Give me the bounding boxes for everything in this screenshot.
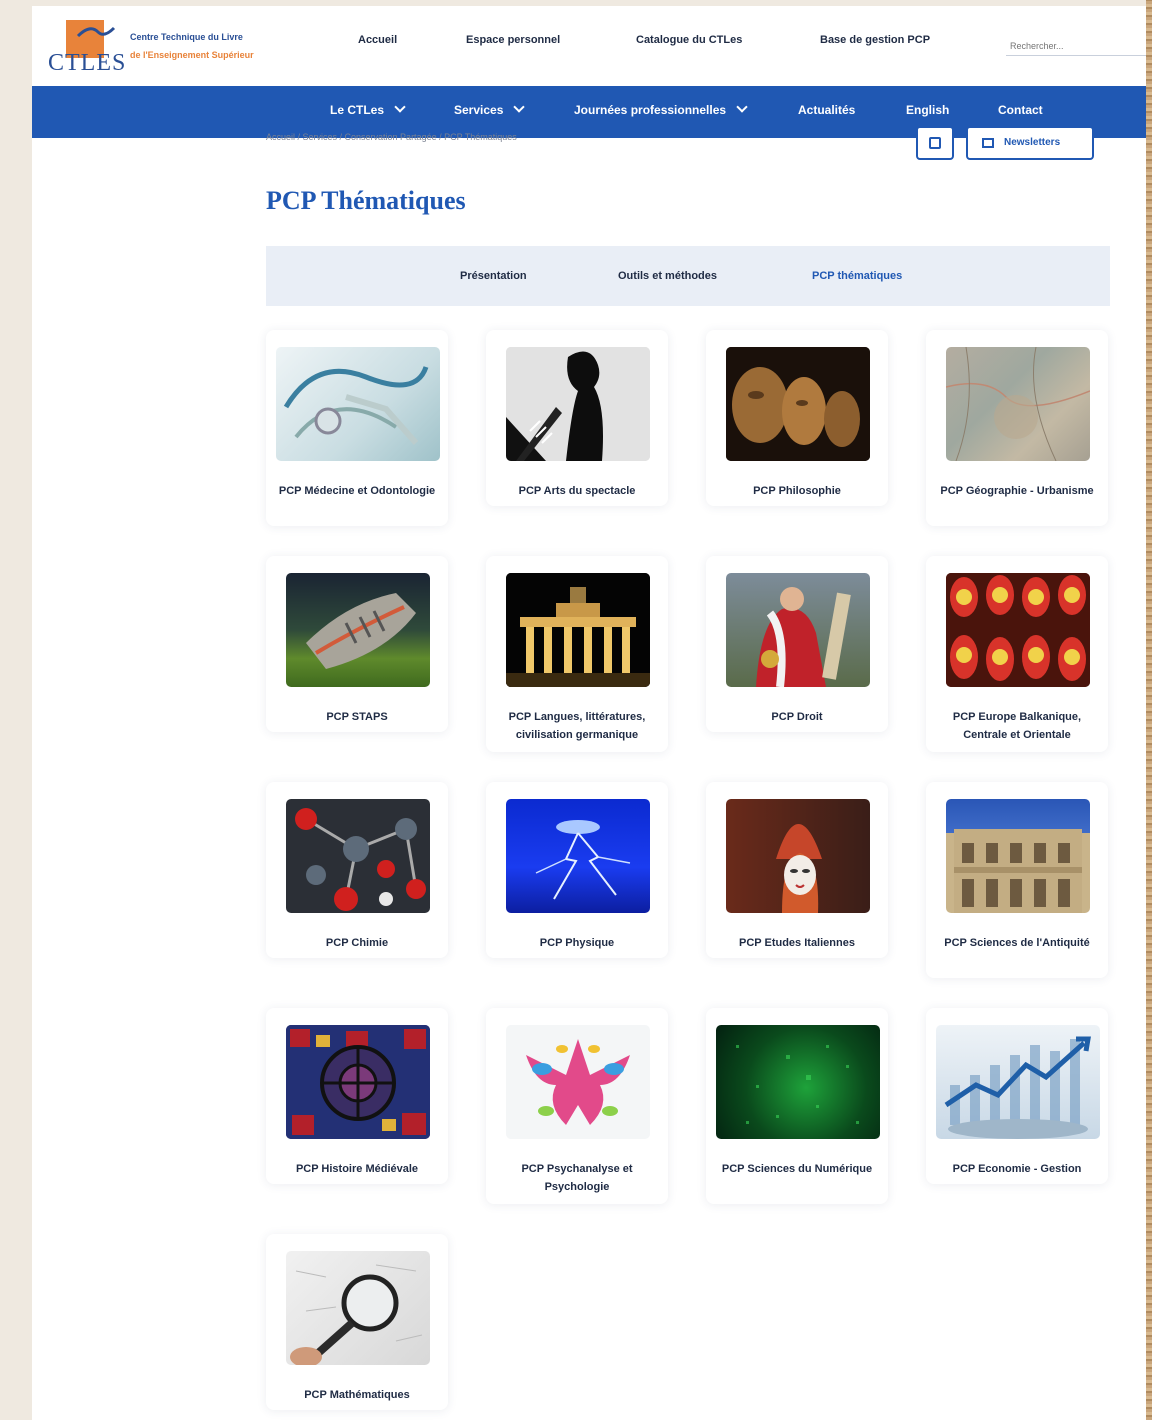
card-label: PCP Economie - Gestion xyxy=(952,1163,1082,1175)
nav-english[interactable]: English xyxy=(906,103,949,117)
chevron-down-icon xyxy=(513,101,526,113)
newsletter-label: Newsletters xyxy=(1004,137,1061,148)
card-image xyxy=(286,573,430,687)
card-label: PCP Géographie - Urbanisme xyxy=(940,485,1094,497)
card-label: PCP Droit xyxy=(771,711,823,723)
card-sciences-antiquite[interactable]: PCP Sciences de l'Antiquité xyxy=(926,782,1108,978)
card-label: PCP Sciences du Numérique xyxy=(721,1163,873,1175)
card-europe-balkanique[interactable]: PCP Europe Balkanique, Centrale et Orien… xyxy=(926,556,1108,752)
card-image xyxy=(946,573,1090,687)
nav-le-ctles-label: Le CTLes xyxy=(330,103,385,117)
card-mathematiques[interactable]: PCP Mathématiques xyxy=(266,1234,448,1410)
card-label: PCP Philosophie xyxy=(753,485,841,497)
card-philosophie[interactable]: PCP Philosophie xyxy=(706,330,888,506)
card-arts-spectacle[interactable]: PCP Arts du spectacle xyxy=(486,330,668,506)
tab-pcp-thematiques[interactable]: PCP thématiques xyxy=(812,270,902,282)
logo-tagline-2: de l'Enseignement Supérieur xyxy=(130,50,254,60)
tab-outils-methodes[interactable]: Outils et méthodes xyxy=(618,270,717,282)
nav-services[interactable]: Services xyxy=(454,101,526,117)
card-geographie-urbanisme[interactable]: PCP Géographie - Urbanisme xyxy=(926,330,1108,526)
top-nav-base-gestion-pcp[interactable]: Base de gestion PCP xyxy=(820,34,930,46)
breadcrumb[interactable]: Accueil / Services / Conservation Partag… xyxy=(266,132,517,142)
card-image xyxy=(506,347,650,461)
card-label: PCP Arts du spectacle xyxy=(518,485,636,497)
nav-actualites[interactable]: Actualités xyxy=(798,103,855,117)
section-tabs: Présentation Outils et méthodes PCP thém… xyxy=(266,246,1110,306)
card-label: PCP Europe Balkanique, Centrale et Orien… xyxy=(952,711,1082,741)
chevron-down-icon xyxy=(394,101,406,113)
page-title: PCP Thématiques xyxy=(266,186,466,215)
card-image xyxy=(946,347,1090,461)
card-label: PCP STAPS xyxy=(326,711,388,723)
tab-presentation[interactable]: Présentation xyxy=(460,270,527,282)
nav-journees-label: Journées professionnelles xyxy=(574,103,727,117)
web-page: CTLES Centre Technique du Livre de l'Ens… xyxy=(32,6,1146,1420)
card-label: PCP Médecine et Odontologie xyxy=(278,485,436,497)
card-staps[interactable]: PCP STAPS xyxy=(266,556,448,732)
card-image xyxy=(286,1251,430,1365)
site-logo[interactable]: CTLES Centre Technique du Livre de l'Ens… xyxy=(48,18,288,78)
logo-tagline-1: Centre Technique du Livre xyxy=(130,32,243,42)
card-image xyxy=(726,573,870,687)
card-physique[interactable]: PCP Physique xyxy=(486,782,668,958)
card-image xyxy=(276,347,440,461)
print-icon xyxy=(929,137,941,149)
card-label: PCP Etudes Italiennes xyxy=(739,937,855,949)
card-image xyxy=(506,1025,650,1139)
card-label: PCP Chimie xyxy=(325,937,389,949)
card-langues-germanique[interactable]: PCP Langues, littératures, civilisation … xyxy=(486,556,668,752)
card-histoire-medievale[interactable]: PCP Histoire Médiévale xyxy=(266,1008,448,1184)
card-droit[interactable]: PCP Droit xyxy=(706,556,888,732)
card-image xyxy=(286,799,430,913)
nav-services-label: Services xyxy=(454,103,504,117)
card-image xyxy=(936,1025,1100,1139)
mail-icon xyxy=(982,138,994,148)
newsletter-button[interactable]: Newsletters xyxy=(966,126,1094,160)
card-psychanalyse-psychologie[interactable]: PCP Psychanalyse et Psychologie xyxy=(486,1008,668,1204)
card-label: PCP Histoire Médiévale xyxy=(295,1163,419,1175)
logo-letters: CTLES xyxy=(48,50,127,76)
card-label: PCP Sciences de l'Antiquité xyxy=(944,937,1090,949)
card-image xyxy=(726,347,870,461)
card-image xyxy=(946,799,1090,913)
card-medecine-odontologie[interactable]: PCP Médecine et Odontologie xyxy=(266,330,448,526)
chevron-down-icon xyxy=(736,101,748,113)
top-nav-accueil[interactable]: Accueil xyxy=(358,34,397,46)
card-economie-gestion[interactable]: PCP Economie - Gestion xyxy=(926,1008,1108,1184)
search-input[interactable] xyxy=(1006,36,1146,56)
page-background-edge xyxy=(1146,0,1152,1420)
site-header: CTLES Centre Technique du Livre de l'Ens… xyxy=(32,6,1146,86)
card-sciences-numerique[interactable]: PCP Sciences du Numérique xyxy=(706,1008,888,1204)
card-image xyxy=(726,799,870,913)
card-image xyxy=(506,573,650,687)
nav-journees-professionnelles[interactable]: Journées professionnelles xyxy=(574,101,748,117)
nav-le-ctles[interactable]: Le CTLes xyxy=(330,101,406,117)
logo-swoosh-icon xyxy=(76,26,116,38)
card-etudes-italiennes[interactable]: PCP Etudes Italiennes xyxy=(706,782,888,958)
top-nav-espace-personnel[interactable]: Espace personnel xyxy=(466,34,560,46)
nav-contact[interactable]: Contact xyxy=(998,103,1043,117)
card-label: PCP Physique xyxy=(539,937,615,949)
card-image xyxy=(716,1025,880,1139)
card-chimie[interactable]: PCP Chimie xyxy=(266,782,448,958)
card-label: PCP Psychanalyse et Psychologie xyxy=(521,1163,633,1193)
card-image xyxy=(286,1025,430,1139)
card-label: PCP Mathématiques xyxy=(304,1389,410,1401)
top-nav-catalogue[interactable]: Catalogue du CTLes xyxy=(636,34,742,46)
card-label: PCP Langues, littératures, civilisation … xyxy=(508,711,646,741)
card-image xyxy=(506,799,650,913)
print-button[interactable] xyxy=(916,126,954,160)
